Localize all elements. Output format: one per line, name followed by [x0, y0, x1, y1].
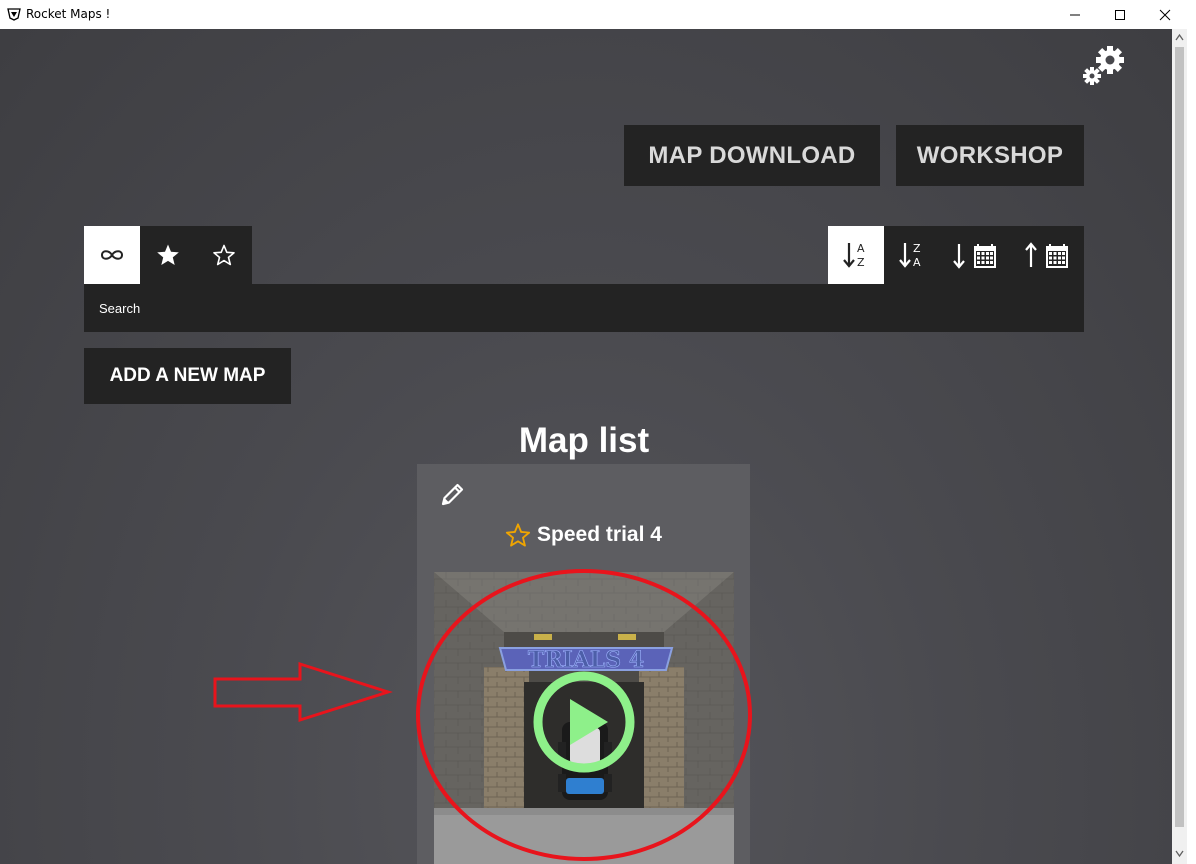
star-outline-icon[interactable] — [505, 522, 531, 548]
sort-alpha-desc-icon: Z A — [899, 242, 921, 269]
map-card-footer — [434, 815, 734, 864]
pencil-icon[interactable] — [439, 480, 467, 508]
window-titlebar: Rocket Maps ! — [0, 0, 1196, 29]
window-edge — [1187, 29, 1196, 864]
maximize-icon — [1115, 9, 1125, 20]
sort-date-asc-button[interactable] — [1012, 226, 1084, 284]
sort-glyph-top: Z — [913, 242, 921, 255]
minimize-icon — [1070, 14, 1080, 15]
scrollbar-thumb[interactable] — [1175, 47, 1184, 827]
sort-toolbar: A Z Z A — [828, 226, 1084, 284]
sort-glyph-bottom: A — [913, 256, 921, 269]
app-content: MAP DOWNLOAD WORKSHOP A Z Z A Search ADD… — [0, 29, 1172, 864]
sort-alpha-desc-button[interactable]: Z A — [884, 226, 940, 284]
map-thumbnail[interactable]: TRIALS 4 — [434, 572, 734, 815]
sort-alpha-asc-icon: A Z — [843, 242, 865, 269]
map-title-row: Speed trial 4 — [417, 522, 750, 548]
search-input[interactable]: Search — [84, 284, 1084, 332]
map-card: Speed trial 4 TRIALS 4 — [417, 464, 750, 864]
maximize-button[interactable] — [1097, 0, 1143, 29]
filter-favorites-button[interactable] — [140, 226, 196, 284]
sort-glyph-top: A — [857, 242, 865, 255]
sort-date-asc-icon — [1025, 242, 1068, 268]
filter-all-button[interactable] — [84, 226, 140, 284]
search-placeholder: Search — [99, 300, 141, 316]
minimize-button[interactable] — [1052, 0, 1098, 29]
map-list-title: Map list — [518, 421, 650, 460]
star-filled-icon — [157, 244, 179, 265]
map-banner-text: TRIALS 4 — [528, 647, 644, 673]
filter-non-favorites-button[interactable] — [196, 226, 252, 284]
map-preview-image: TRIALS 4 — [434, 572, 734, 815]
vertical-scrollbar[interactable] — [1172, 29, 1187, 864]
gears-icon[interactable] — [1080, 43, 1128, 87]
sort-date-desc-button[interactable] — [940, 226, 1012, 284]
map-name: Speed trial 4 — [537, 523, 662, 546]
close-button[interactable] — [1142, 0, 1188, 29]
sort-date-desc-icon — [953, 244, 996, 269]
star-outline-icon — [213, 244, 235, 266]
annotation-arrow — [213, 661, 393, 723]
sort-alpha-asc-button[interactable]: A Z — [828, 226, 884, 284]
add-new-map-button[interactable]: ADD A NEW MAP — [84, 348, 291, 404]
scroll-down-icon[interactable] — [1175, 849, 1184, 858]
filter-toolbar — [84, 226, 252, 284]
rocket-league-icon — [7, 8, 21, 21]
sort-glyph-bottom: Z — [857, 256, 865, 269]
scroll-up-icon[interactable] — [1175, 33, 1184, 42]
window-title: Rocket Maps ! — [26, 7, 111, 21]
infinity-icon — [100, 250, 124, 260]
close-icon — [1159, 9, 1171, 20]
map-download-button[interactable]: MAP DOWNLOAD — [624, 125, 880, 186]
workshop-button[interactable]: WORKSHOP — [896, 125, 1084, 186]
